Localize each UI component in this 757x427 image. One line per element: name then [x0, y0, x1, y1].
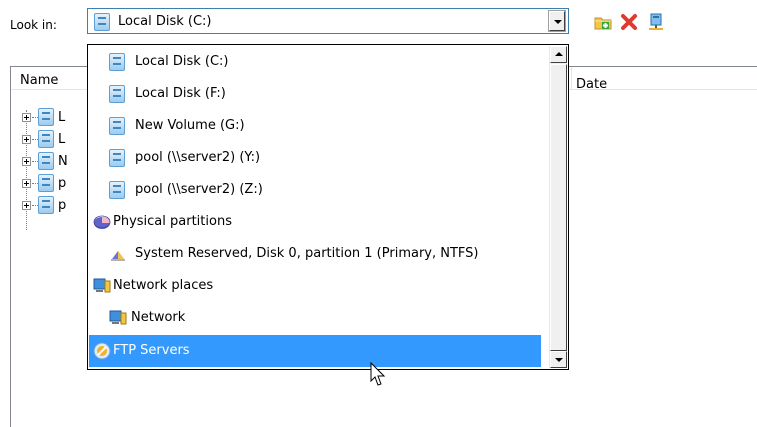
look-in-dropdown-list[interactable]: Local Disk (C:) Local Disk (F:) New Volu… [87, 44, 569, 370]
disk-icon [94, 13, 110, 31]
disk-icon [109, 149, 125, 167]
disk-icon [38, 108, 54, 126]
network-places-icon [93, 278, 111, 293]
disk-icon [109, 53, 125, 71]
column-header-date[interactable]: Date [576, 77, 607, 92]
new-folder-icon[interactable] [593, 12, 613, 32]
mouse-pointer-icon [370, 362, 386, 386]
dropdown-item-pool-y[interactable]: pool (\\server2) (Y:) [89, 142, 541, 174]
dropdown-item-local-disk-c[interactable]: Local Disk (C:) [89, 46, 541, 78]
expand-icon[interactable] [22, 179, 31, 188]
dropdown-item-system-reserved[interactable]: System Reserved, Disk 0, partition 1 (Pr… [89, 238, 541, 270]
tree-row-label: L [58, 110, 66, 125]
dropdown-item-label: Local Disk (F:) [135, 86, 226, 101]
scroll-thumb[interactable] [550, 64, 567, 351]
look-in-selected-value: Local Disk (C:) [118, 14, 212, 29]
partitions-icon [93, 215, 111, 229]
tree-row-label: L [58, 132, 66, 147]
dropdown-item-label: Local Disk (C:) [135, 54, 229, 69]
dropdown-item-physical-partitions[interactable]: Physical partitions [89, 206, 541, 238]
dropdown-item-ftp-servers[interactable]: FTP Servers [89, 335, 541, 367]
disk-icon [38, 130, 54, 148]
network-drive-icon[interactable] [646, 12, 666, 32]
network-icon [109, 310, 127, 325]
dropdown-item-network[interactable]: Network [89, 302, 541, 334]
column-divider[interactable] [571, 67, 572, 89]
dropdown-item-label: Network places [113, 278, 214, 293]
delete-icon[interactable] [619, 12, 639, 32]
dropdown-item-network-places[interactable]: Network places [89, 270, 541, 302]
dropdown-item-local-disk-f[interactable]: Local Disk (F:) [89, 78, 541, 110]
look-in-label: Look in: [10, 18, 57, 32]
dropdown-item-label: FTP Servers [113, 343, 190, 358]
column-header-name[interactable]: Name [20, 73, 58, 88]
disk-icon [109, 181, 125, 199]
partition-icon [111, 251, 125, 261]
expand-icon[interactable] [22, 201, 31, 210]
dropdown-item-label: Physical partitions [113, 214, 232, 229]
dropdown-item-label: System Reserved, Disk 0, partition 1 (Pr… [135, 246, 479, 261]
look-in-combobox[interactable]: Local Disk (C:) [87, 8, 569, 34]
scroll-down-button[interactable] [550, 351, 567, 368]
tree-row-label: N [58, 154, 68, 169]
dropdown-item-label: Network [131, 310, 186, 325]
tree-row-label: p [58, 176, 67, 191]
expand-icon[interactable] [22, 113, 31, 122]
dropdown-item-label: New Volume (G:) [135, 118, 245, 133]
dropdown-arrow-button[interactable] [548, 10, 566, 32]
expand-icon[interactable] [22, 135, 31, 144]
disk-icon [38, 174, 54, 192]
disk-icon [38, 152, 54, 170]
scroll-up-button[interactable] [550, 46, 567, 63]
tree-row-label: p [58, 198, 67, 213]
dropdown-item-new-volume-g[interactable]: New Volume (G:) [89, 110, 541, 142]
ftp-icon [93, 342, 111, 360]
dropdown-item-label: pool (\\server2) (Y:) [135, 150, 261, 165]
dropdown-scrollbar[interactable] [549, 46, 567, 368]
disk-icon [38, 196, 54, 214]
expand-icon[interactable] [22, 157, 31, 166]
dropdown-item-pool-z[interactable]: pool (\\server2) (Z:) [89, 174, 541, 206]
tree-line [26, 110, 27, 230]
dropdown-item-label: pool (\\server2) (Z:) [135, 182, 263, 197]
disk-icon [109, 117, 125, 135]
disk-icon [109, 85, 125, 103]
